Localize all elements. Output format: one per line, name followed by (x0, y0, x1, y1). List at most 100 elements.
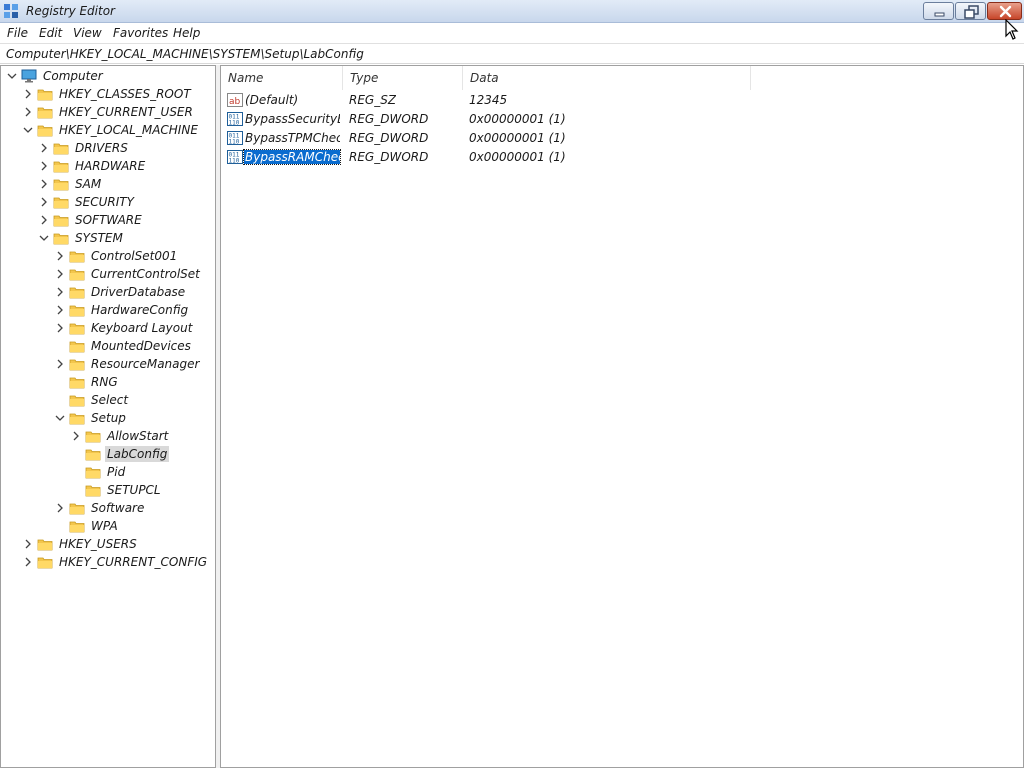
tree-node[interactable]: HKEY_USERS (23, 535, 207, 553)
close-button[interactable] (987, 2, 1022, 20)
folder-icon (85, 467, 101, 479)
tree-node[interactable]: MountedDevices (55, 337, 207, 355)
chevron-right-icon[interactable] (39, 215, 49, 225)
folder-icon (53, 143, 69, 155)
tree-node[interactable]: Keyboard Layout (55, 319, 207, 337)
computer-icon (21, 69, 37, 83)
tree-node[interactable]: HardwareConfig (55, 301, 207, 319)
folder-icon (69, 359, 85, 371)
tree-node[interactable]: CurrentControlSet (55, 265, 207, 283)
tree-node[interactable]: Setup (55, 409, 207, 427)
tree-node-label: RNG (91, 375, 118, 389)
title-bar[interactable]: Registry Editor (0, 0, 1024, 23)
value-row[interactable]: 011 110 BypassTPMCheck REG_DWORD 0x00000001 … (221, 129, 1021, 148)
chevron-right-icon[interactable] (71, 431, 81, 441)
folder-icon (37, 125, 53, 137)
chevron-down-icon[interactable] (23, 125, 33, 135)
folder-icon (85, 485, 101, 497)
tree-node[interactable]: AllowStart (71, 427, 207, 445)
binary-value-icon: 011110 (227, 150, 243, 165)
chevron-right-icon[interactable] (55, 359, 65, 369)
chevron-right-icon[interactable] (23, 557, 33, 567)
tree-node[interactable]: Software (55, 499, 207, 517)
chevron-right-icon[interactable] (23, 89, 33, 99)
tree-node-label: Setup (91, 411, 126, 425)
folder-icon (53, 179, 69, 191)
tree-node[interactable]: HKEY_CURRENT_CONFIG (23, 553, 207, 571)
tree-node[interactable]: SOFTWARE (39, 211, 207, 229)
tree-node[interactable]: Pid (71, 463, 207, 481)
tree-node[interactable]: HKEY_CLASSES_ROOT (23, 85, 207, 103)
chevron-right-icon[interactable] (39, 179, 49, 189)
tree-node-label: Pid (107, 465, 126, 479)
chevron-down-icon[interactable] (39, 233, 49, 243)
tree-node-label: AllowStart (107, 429, 169, 443)
column-header-name[interactable]: Name (221, 66, 343, 90)
values-list-pane[interactable]: Name Type Data ab (Default) REG_SZ 12345 011… (220, 65, 1024, 768)
tree-node-label: Keyboard Layout (91, 321, 193, 335)
folder-icon (53, 197, 69, 209)
tree-node[interactable]: LabConfig (71, 445, 207, 463)
chevron-down-icon[interactable] (7, 71, 17, 81)
tree-node[interactable]: SYSTEM (39, 229, 207, 247)
chevron-right-icon[interactable] (23, 107, 33, 117)
menu-edit[interactable]: Edit (39, 26, 62, 40)
value-row[interactable]: ab (Default) REG_SZ 12345 (221, 91, 1021, 110)
value-row[interactable]: 011110BypassRAMCheck REG_DWORD 0x00000001 … (221, 148, 1021, 167)
tree-node[interactable]: Select (55, 391, 207, 409)
folder-icon (53, 215, 69, 227)
column-header-type[interactable]: Type (343, 66, 463, 90)
tree-node-label: SAM (75, 177, 102, 191)
menu-file[interactable]: File (7, 26, 28, 40)
key-tree-pane[interactable]: Computer HKEY_CLASSES_ROOT HKEY_CURRENT_US… (0, 65, 216, 768)
binary-value-icon: 011110 (227, 131, 243, 146)
folder-icon (69, 341, 85, 353)
chevron-right-icon[interactable] (55, 251, 65, 261)
menu-favorites[interactable]: Favorites (113, 26, 168, 40)
tree-node[interactable]: HKEY_CURRENT_USER (23, 103, 207, 121)
mouse-cursor-icon (1005, 19, 1019, 40)
folder-icon (69, 377, 85, 389)
tree-node-label: Select (91, 393, 129, 407)
folder-icon (85, 449, 101, 461)
chevron-right-icon[interactable] (23, 539, 33, 549)
column-header-data[interactable]: Data (463, 66, 751, 90)
tree-node-label: Computer (43, 69, 103, 83)
tree-node[interactable]: Computer (7, 67, 207, 85)
chevron-right-icon[interactable] (55, 269, 65, 279)
folder-icon (69, 413, 85, 425)
tree-node[interactable]: DriverDatabase (55, 283, 207, 301)
address-bar[interactable]: Computer\HKEY_LOCAL_MACHINE\SYSTEM\Setup… (0, 43, 1024, 64)
restore-button[interactable] (955, 2, 986, 20)
tree-node[interactable]: HARDWARE (39, 157, 207, 175)
menu-help[interactable]: Help (173, 26, 200, 40)
chevron-right-icon[interactable] (55, 305, 65, 315)
svg-text:ab: ab (229, 97, 241, 107)
tree-node[interactable]: SECURITY (39, 193, 207, 211)
registry-editor-icon (4, 4, 18, 18)
tree-node-label: HKEY_CURRENT_USER (59, 105, 193, 119)
tree-node[interactable]: WPA (55, 517, 207, 535)
tree-node[interactable]: DRIVERS (39, 139, 207, 157)
chevron-right-icon[interactable] (55, 323, 65, 333)
tree-node-label: DRIVERS (75, 141, 128, 155)
chevron-right-icon[interactable] (55, 503, 65, 513)
value-row[interactable]: 011110BypassSecurityB... REG_DWORD 0x00000… (221, 110, 1021, 129)
chevron-right-icon[interactable] (39, 197, 49, 207)
tree-node[interactable]: HKEY_LOCAL_MACHINE (23, 121, 207, 139)
chevron-right-icon[interactable] (39, 161, 49, 171)
tree-node[interactable]: SAM (39, 175, 207, 193)
value-type-cell: REG_DWORD (349, 112, 429, 126)
tree-node[interactable]: ControlSet001 (55, 247, 207, 265)
tree-node-label: HARDWARE (75, 159, 146, 173)
tree-node[interactable]: ResourceManager (55, 355, 207, 373)
chevron-right-icon[interactable] (39, 143, 49, 153)
menu-view[interactable]: View (73, 26, 102, 40)
tree-node[interactable]: RNG (55, 373, 207, 391)
chevron-down-icon[interactable] (55, 413, 65, 423)
minimize-button[interactable] (923, 2, 954, 20)
address-path[interactable]: Computer\HKEY_LOCAL_MACHINE\SYSTEM\Setup… (6, 47, 364, 61)
chevron-right-icon[interactable] (55, 287, 65, 297)
tree-node[interactable]: SETUPCL (71, 481, 207, 499)
restore-icon (964, 5, 979, 19)
